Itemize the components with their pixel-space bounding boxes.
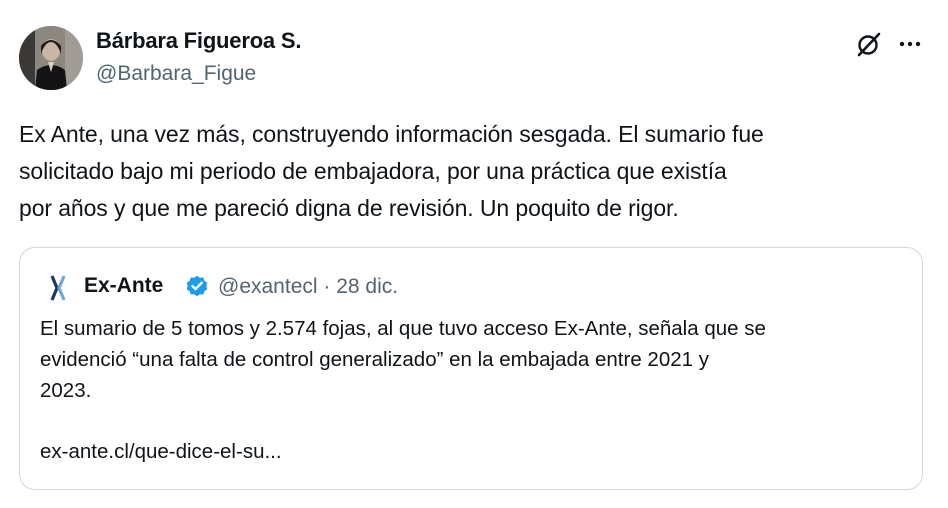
quote-author-name[interactable]: Ex-Ante [84,274,163,298]
quote-link[interactable]: ex-ante.cl/que-dice-el-su... [40,440,282,464]
author-avatar[interactable] [19,26,83,90]
quote-text-line: El sumario de 5 tomos y 2.574 fojas, al … [40,317,766,340]
quote-date[interactable]: 28 dic. [336,275,398,298]
quote-author-handle[interactable]: @exantecl [218,275,318,298]
quote-text-line: evidenció “una falta de control generali… [40,348,709,371]
verified-badge-icon [184,273,210,299]
tweet-text: Ex Ante, una vez más, construyendo infor… [19,116,934,227]
tweet-text-line: Ex Ante, una vez más, construyendo infor… [19,121,764,147]
author-avatar-image [19,26,83,90]
quote-meta: @exantecl · 28 dic. [218,275,398,299]
grok-icon[interactable] [855,30,883,58]
author-name[interactable]: Bárbara Figueroa S. [96,28,301,54]
tweet-text-line: solicitado bajo mi periodo de embajadora… [19,158,727,184]
ex-ante-logo-icon [40,270,76,306]
grok-icon-glyph [857,32,881,57]
quote-text: El sumario de 5 tomos y 2.574 fojas, al … [40,313,910,406]
quote-author-avatar[interactable] [40,270,76,306]
quoted-tweet[interactable]: Ex-Ante @exantecl · 28 dic. El sumario d… [19,247,923,490]
author-handle[interactable]: @Barbara_Figue [96,62,256,86]
tweet-text-line: por años y que me pareció digna de revis… [19,195,679,221]
quote-text-line: 2023. [40,379,92,402]
more-icon-glyph [899,41,921,47]
tweet-card: Bárbara Figueroa S. @Barbara_Figue Ex An… [0,0,948,508]
meta-separator: · [317,275,337,298]
verified-badge-glyph [186,275,208,297]
more-options-icon[interactable] [896,30,924,58]
